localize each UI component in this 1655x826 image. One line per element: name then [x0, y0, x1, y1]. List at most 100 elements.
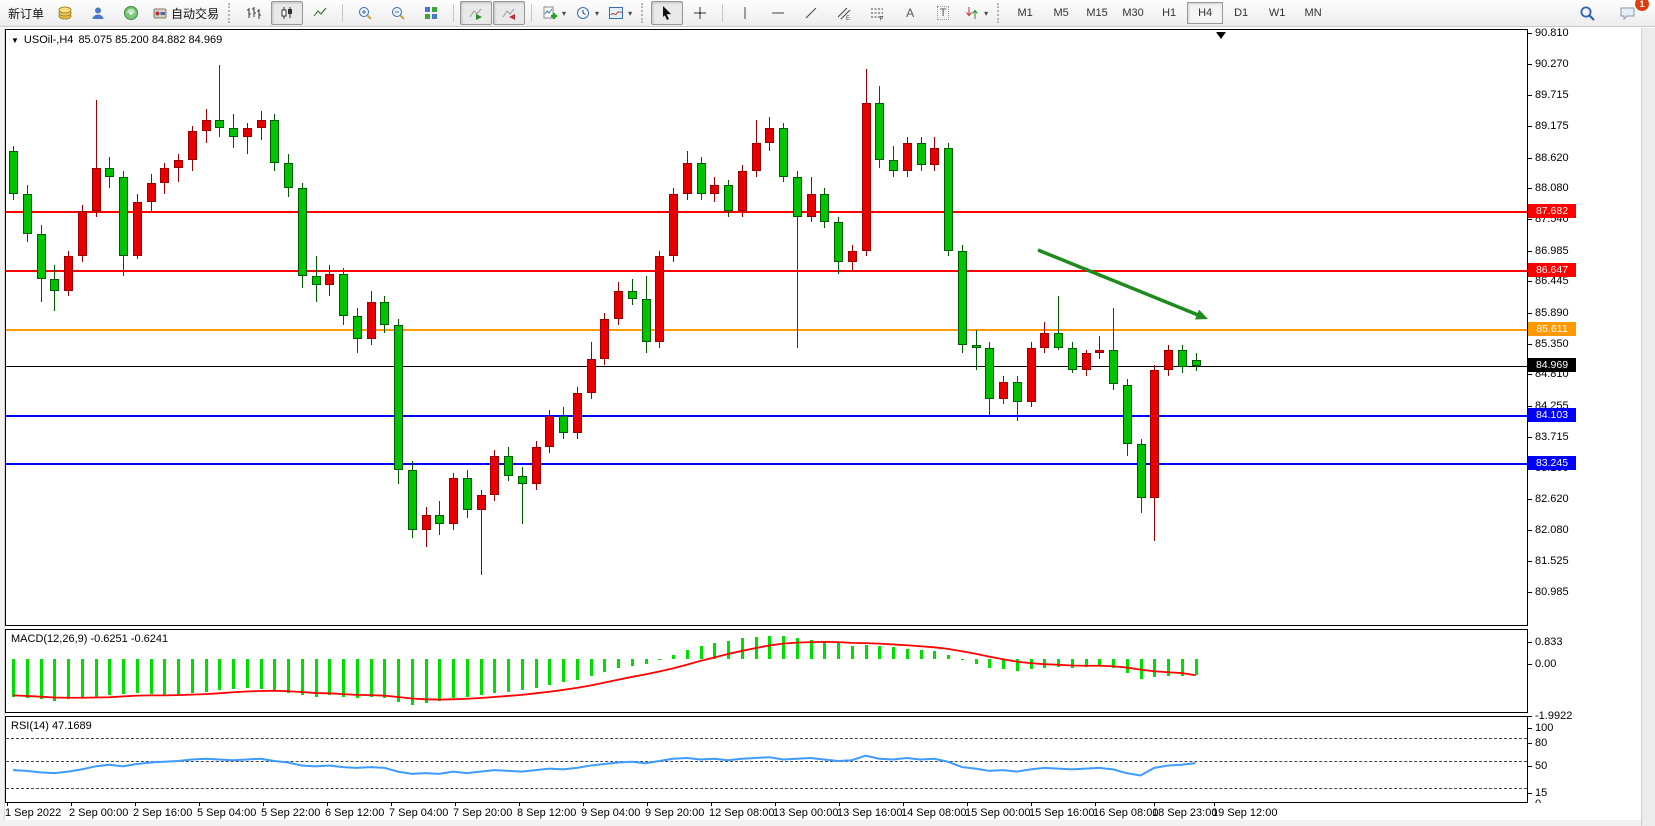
macd-histogram-bar — [521, 659, 524, 690]
candle — [325, 274, 334, 285]
candle — [889, 160, 898, 171]
candle — [614, 291, 623, 319]
auto-scroll-button[interactable] — [460, 1, 492, 25]
timeframe-button-M30[interactable]: M30 — [1115, 2, 1151, 24]
date-axis-tick — [647, 803, 648, 806]
signal-button[interactable] — [115, 1, 147, 25]
chevron-down-icon: ▾ — [984, 9, 988, 18]
price-axis-label: 89.175 — [1535, 120, 1569, 132]
tile-windows-button[interactable] — [415, 1, 447, 25]
new-chart-button[interactable]: ▾ — [538, 1, 570, 25]
candle — [862, 103, 871, 251]
new-order-label: 新订单 — [8, 5, 44, 22]
timeframe-button-D1[interactable]: D1 — [1223, 2, 1259, 24]
chart-expand-icon[interactable]: ▼ — [11, 36, 19, 45]
vertical-scrollbar[interactable] — [1641, 28, 1655, 826]
timeframe-button-M1[interactable]: M1 — [1007, 2, 1043, 24]
price-axis-tick — [1528, 64, 1532, 65]
macd-histogram-bar — [1057, 659, 1060, 667]
macd-histogram-bar — [1043, 659, 1046, 668]
date-axis-tick — [775, 803, 776, 806]
rsi-pane[interactable]: RSI(14) 47.1689 — [5, 716, 1528, 803]
price-axis-tick — [1528, 251, 1532, 252]
rsi-level-15 — [6, 788, 1527, 789]
candlestick-chart-button[interactable] — [271, 1, 303, 25]
date-axis-label: 7 Sep 04:00 — [389, 807, 448, 819]
hline-87.682[interactable] — [6, 211, 1527, 213]
crosshair-tool-button[interactable] — [684, 1, 716, 25]
timeframe-button-H1[interactable]: H1 — [1151, 2, 1187, 24]
macd-histogram-bar — [12, 659, 15, 697]
timeframe-button-W1[interactable]: W1 — [1259, 2, 1295, 24]
candle — [257, 120, 266, 129]
macd-histogram-bar — [576, 659, 579, 680]
search-icon — [1579, 5, 1596, 22]
price-axis-tick — [1528, 158, 1532, 159]
candle — [380, 302, 389, 325]
horizontal-line-tool-button[interactable] — [762, 1, 794, 25]
candle — [710, 185, 719, 194]
line-chart-button[interactable] — [304, 1, 336, 25]
chart-ohlc-values: 85.075 85.200 84.882 84.969 — [78, 34, 222, 46]
chart-shift-button[interactable] — [493, 1, 525, 25]
template-button[interactable]: ▾ — [604, 1, 636, 25]
price-axis-tick — [1528, 592, 1532, 593]
new-order-button[interactable]: 新订单 — [4, 1, 48, 25]
hline-84.103[interactable] — [6, 415, 1527, 417]
chat-button[interactable]: 1 — [1611, 1, 1643, 25]
candle-wick — [1099, 336, 1100, 359]
candle — [435, 515, 444, 524]
svg-text:E: E — [846, 16, 850, 21]
macd-pane[interactable]: MACD(12,26,9) -0.6251 -0.6241 — [5, 629, 1528, 713]
price-axis-tick — [1528, 374, 1532, 375]
trendline-tool-button[interactable] — [795, 1, 827, 25]
gold-coins-button[interactable] — [49, 1, 81, 25]
candle — [518, 476, 527, 485]
macd-histogram-bar — [631, 659, 634, 666]
label-tool-button[interactable]: T — [927, 1, 959, 25]
profile-button[interactable] — [82, 1, 114, 25]
arrows-tool-button[interactable]: ▾ — [960, 1, 992, 25]
candle — [848, 251, 857, 262]
cursor-tool-button[interactable] — [651, 1, 683, 25]
hline-86.647[interactable] — [6, 270, 1527, 272]
hline-84.969[interactable] — [6, 366, 1527, 367]
text-tool-button[interactable]: A — [894, 1, 926, 25]
date-axis-tick — [711, 803, 712, 806]
price-axis-tick — [1528, 530, 1532, 531]
date-axis-tick — [1154, 803, 1155, 806]
timeframe-button-MN[interactable]: MN — [1295, 2, 1331, 24]
candle — [738, 171, 747, 211]
vertical-line-tool-button[interactable] — [729, 1, 761, 25]
zoom-out-button[interactable] — [382, 1, 414, 25]
price-axis-tick — [1528, 219, 1532, 220]
macd-histogram-bar — [768, 636, 771, 659]
candle — [917, 143, 926, 166]
timeframe-button-H4[interactable]: H4 — [1187, 2, 1223, 24]
macd-histogram-bar — [645, 659, 648, 664]
candle-wick — [976, 330, 977, 370]
channel-tool-button[interactable]: E — [828, 1, 860, 25]
candle — [490, 456, 499, 496]
macd-histogram-bar — [1153, 659, 1156, 677]
search-button[interactable] — [1571, 1, 1603, 25]
macd-histogram-bar — [53, 659, 56, 701]
date-axis-label: 5 Sep 04:00 — [197, 807, 256, 819]
chart-shift-marker[interactable] — [1216, 32, 1226, 39]
hline-83.245[interactable] — [6, 463, 1527, 465]
period-button[interactable]: ▾ — [571, 1, 603, 25]
bar-chart-button[interactable] — [238, 1, 270, 25]
candle — [1040, 333, 1049, 347]
zoom-in-button[interactable] — [349, 1, 381, 25]
candle — [875, 103, 884, 160]
candle — [78, 211, 87, 257]
hline-85.611[interactable] — [6, 329, 1527, 331]
fibonacci-tool-button[interactable]: F — [861, 1, 893, 25]
macd-histogram-bar — [370, 659, 373, 697]
macd-histogram-bar — [411, 659, 414, 705]
rsi-label: RSI(14) 47.1689 — [11, 720, 92, 732]
main-chart-pane[interactable]: ▼ USOil-,H4 85.075 85.200 84.882 84.969 — [5, 29, 1528, 626]
auto-trading-button[interactable]: 自动交易 — [148, 1, 223, 25]
timeframe-button-M5[interactable]: M5 — [1043, 2, 1079, 24]
timeframe-button-M15[interactable]: M15 — [1079, 2, 1115, 24]
